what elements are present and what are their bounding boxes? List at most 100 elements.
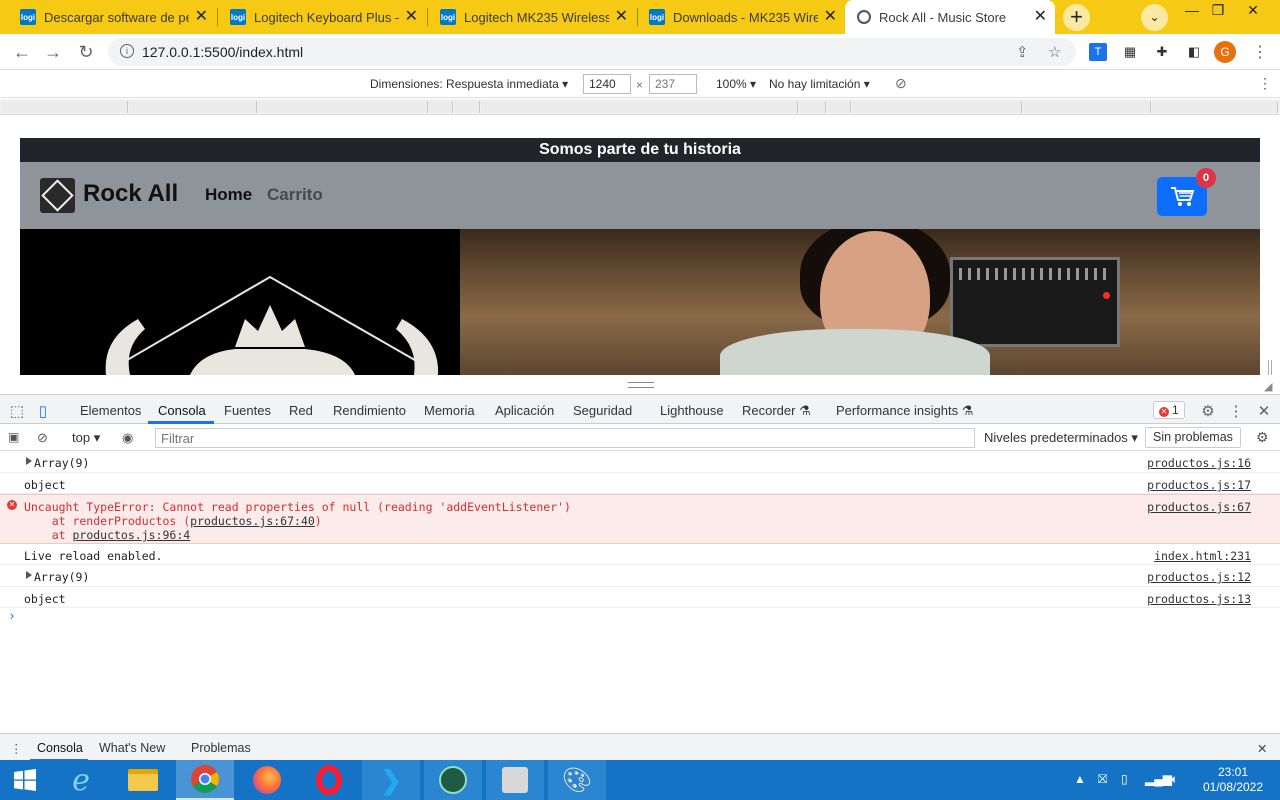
tab-consola[interactable]: Consola <box>158 403 206 418</box>
console-source-link[interactable]: productos.js:12 <box>1147 570 1251 584</box>
console-source-link[interactable]: productos.js:16 <box>1147 456 1251 470</box>
stack-frame-link[interactable]: productos.js:96:4 <box>72 528 190 542</box>
corner-resize-icon[interactable]: ◢ <box>1264 380 1272 393</box>
puzzle-extensions-icon[interactable]: ✚ <box>1153 43 1171 61</box>
star-bookmark-icon[interactable]: ☆ <box>1048 43 1061 61</box>
new-tab-button[interactable]: + <box>1063 4 1090 31</box>
firefox-taskbar-icon[interactable] <box>238 760 296 800</box>
rock-all-logo-icon[interactable] <box>40 178 75 213</box>
close-tab-icon[interactable]: ✕ <box>405 8 418 26</box>
close-devtools-icon[interactable]: ✕ <box>1255 402 1273 420</box>
browser-tab[interactable]: logi Downloads - MK235 Wirele ✕ <box>629 0 845 34</box>
tab-performance-insights[interactable]: Performance insights ⚗ <box>836 403 973 419</box>
show-hidden-icons-icon[interactable]: ▲ <box>1074 772 1086 786</box>
console-source-link[interactable]: index.html:231 <box>1154 549 1251 563</box>
media-query-segment[interactable] <box>258 101 428 113</box>
close-drawer-icon[interactable]: ✕ <box>1257 741 1267 756</box>
tab-red[interactable]: Red <box>289 403 313 418</box>
brand-name[interactable]: Rock All <box>83 180 178 208</box>
tray-app-icon[interactable]: ⛝ <box>1098 772 1107 787</box>
media-query-segment[interactable] <box>1023 101 1151 113</box>
clear-console-icon[interactable]: ⊘ <box>37 430 48 446</box>
chrome-taskbar-icon[interactable] <box>176 760 234 800</box>
nav-link-home[interactable]: Home <box>205 185 252 205</box>
devtools-menu-icon[interactable]: ⋮ <box>1227 402 1245 420</box>
tab-seguridad[interactable]: Seguridad <box>573 403 632 418</box>
restore-window-icon[interactable]: ❐ <box>1205 0 1231 34</box>
tab-search-button[interactable]: ⌄ <box>1141 4 1168 31</box>
program-taskbar-icon[interactable] <box>486 760 544 800</box>
browser-tab[interactable]: logi Logitech Keyboard Plus – Lo ✕ <box>210 0 426 34</box>
system-clock[interactable]: 23:01 01/08/2022 <box>1200 765 1266 795</box>
context-selector[interactable]: top ▾ <box>72 430 100 446</box>
throttle-dropdown[interactable]: No hay limitación ▾ <box>769 77 870 91</box>
console-source-link[interactable]: productos.js:17 <box>1147 478 1251 492</box>
close-tab-icon[interactable]: ✕ <box>615 8 628 26</box>
vscode-taskbar-icon[interactable]: ❯ <box>362 760 420 800</box>
inspect-element-icon[interactable]: ⬚ <box>8 402 26 420</box>
app-taskbar-icon[interactable] <box>424 760 482 800</box>
rotate-disabled-icon[interactable]: ⊘ <box>895 75 907 92</box>
media-query-segment[interactable] <box>429 101 453 113</box>
drawer-tab-problemas[interactable]: Problemas <box>191 741 251 755</box>
minimize-window-icon[interactable]: — <box>1179 0 1205 34</box>
console-message-text[interactable]: Array(9) <box>34 456 89 470</box>
volume-icon[interactable]: 🔈︎ <box>1171 772 1178 787</box>
dimensions-dropdown[interactable]: Dimensiones: Respuesta inmediata ▾ <box>370 77 568 91</box>
settings-gear-icon[interactable]: ⚙ <box>1199 402 1217 420</box>
zoom-dropdown[interactable]: 100% ▾ <box>716 77 756 91</box>
file-explorer-taskbar-icon[interactable] <box>114 760 172 800</box>
console-message-text[interactable]: Array(9) <box>34 570 89 584</box>
console-settings-gear-icon[interactable]: ⚙ <box>1256 429 1269 446</box>
console-source-link[interactable]: productos.js:67 <box>1147 500 1251 514</box>
viewport-height-input[interactable] <box>649 74 697 94</box>
sidebar-toggle-icon[interactable]: ▣ <box>8 430 19 444</box>
media-query-segment[interactable] <box>799 101 826 113</box>
nav-link-carrito[interactable]: Carrito <box>267 185 323 205</box>
media-query-segment[interactable] <box>2 101 128 113</box>
expand-triangle-icon[interactable] <box>26 457 32 465</box>
address-bar[interactable]: i 127.0.0.1:5500/index.html ⇪ ☆ <box>108 38 1076 66</box>
close-window-icon[interactable]: ✕ <box>1240 0 1266 34</box>
close-tab-icon[interactable]: ✕ <box>195 8 208 26</box>
devtools-drag-handle[interactable] <box>628 382 654 388</box>
tab-recorder[interactable]: Recorder ⚗ <box>742 403 811 419</box>
windows-start-button[interactable] <box>0 760 50 800</box>
media-query-segment[interactable] <box>129 101 257 113</box>
log-levels-dropdown[interactable]: Niveles predeterminados ▾ <box>984 430 1138 446</box>
tab-lighthouse[interactable]: Lighthouse <box>660 403 724 418</box>
paint-taskbar-icon[interactable]: 🎨︎ <box>548 760 606 800</box>
browser-tab-active[interactable]: rockall Rock All - Music Store ✕ <box>845 0 1055 34</box>
media-query-segment[interactable] <box>454 101 480 113</box>
tab-fuentes[interactable]: Fuentes <box>224 403 271 418</box>
tab-elementos[interactable]: Elementos <box>80 403 141 418</box>
browser-menu-icon[interactable]: ⋮ <box>1252 42 1268 62</box>
share-icon[interactable]: ⇪ <box>1016 43 1029 61</box>
live-expression-eye-icon[interactable]: ◉ <box>122 430 133 446</box>
viewport-width-input[interactable] <box>583 74 631 94</box>
device-options-icon[interactable]: ⋮ <box>1258 75 1272 92</box>
close-tab-icon[interactable]: ✕ <box>1034 8 1047 26</box>
media-query-segment[interactable] <box>827 101 851 113</box>
stack-frame-link[interactable]: productos.js:67:40 <box>190 514 315 528</box>
tab-memoria[interactable]: Memoria <box>424 403 475 418</box>
profile-avatar[interactable]: G <box>1214 41 1236 63</box>
url-text[interactable]: 127.0.0.1:5500/index.html <box>142 44 303 60</box>
error-count-badge[interactable]: ✕ 1 <box>1153 401 1185 419</box>
issues-button[interactable]: Sin problemas <box>1145 427 1241 448</box>
media-query-segment[interactable] <box>1152 101 1278 113</box>
close-tab-icon[interactable]: ✕ <box>824 8 837 26</box>
internet-explorer-taskbar-icon[interactable]: e <box>52 760 110 800</box>
reload-icon[interactable]: ↻ <box>74 40 98 64</box>
device-toggle-icon[interactable]: ▯ <box>34 402 52 420</box>
viewport-resize-handle[interactable] <box>1268 360 1272 375</box>
network-signal-icon[interactable]: ▂▄▆ <box>1145 772 1172 786</box>
tab-rendimiento[interactable]: Rendimiento <box>333 403 406 418</box>
drawer-tab-consola[interactable]: Consola <box>37 741 83 755</box>
console-prompt[interactable]: › <box>8 609 16 624</box>
browser-tab[interactable]: logi Descargar software de pers ✕ <box>0 0 216 34</box>
extension-grid-icon[interactable]: ▦ <box>1121 43 1139 61</box>
side-panel-icon[interactable]: ◧ <box>1185 43 1203 61</box>
opera-taskbar-icon[interactable] <box>300 760 358 800</box>
site-info-icon[interactable]: i <box>120 44 134 58</box>
